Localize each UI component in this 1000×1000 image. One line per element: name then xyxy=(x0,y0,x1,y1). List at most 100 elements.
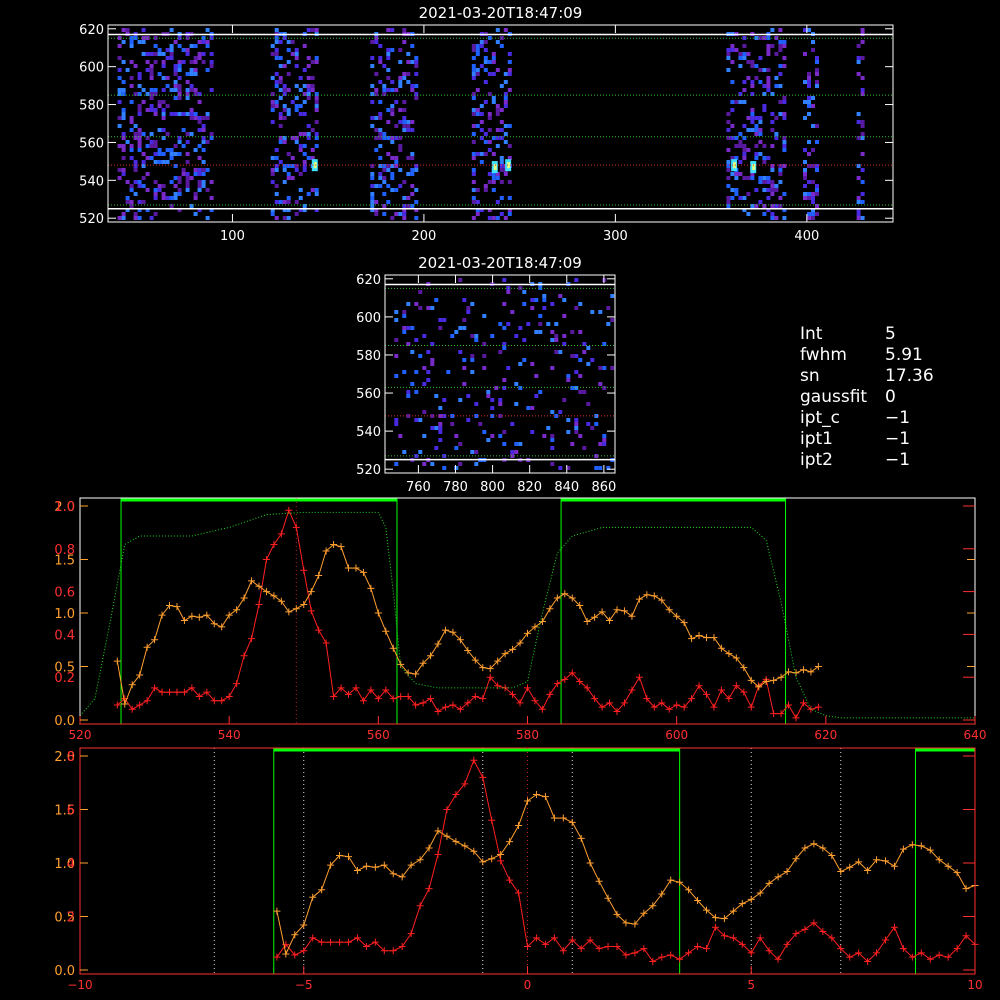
heatmap-pixel xyxy=(471,124,476,128)
heatmap-pixel xyxy=(471,132,476,136)
heatmap-pixel xyxy=(193,112,198,116)
heatmap-pixel xyxy=(550,338,555,342)
heatmap-pixel xyxy=(422,410,427,414)
heatmap-pixel xyxy=(495,28,500,32)
heatmap-pixel xyxy=(165,132,170,136)
heatmap-pixel xyxy=(161,128,166,132)
heatmap-pixel xyxy=(486,394,491,398)
heatmap-pixel xyxy=(502,346,507,350)
heatmap-pixel xyxy=(762,108,767,112)
heatmap-pixel xyxy=(762,212,767,216)
heatmap-pixel xyxy=(466,394,471,398)
heatmap-pixel xyxy=(121,156,126,160)
heatmap-pixel xyxy=(766,68,771,72)
heatmap-pixel xyxy=(811,212,815,216)
orange-point xyxy=(783,868,791,876)
heatmap-pixel xyxy=(177,112,182,116)
heatmap-pixel xyxy=(774,116,779,120)
heatmap-pixel xyxy=(602,442,607,446)
heatmap-pixel xyxy=(201,60,206,64)
heatmap-pixel xyxy=(586,346,591,350)
heatmap-pixel xyxy=(370,40,375,44)
orange-point xyxy=(359,568,367,576)
heatmap-pixel xyxy=(530,298,535,302)
red-point xyxy=(935,951,943,959)
heatmap-pixel xyxy=(470,302,475,306)
heatmap-pixel xyxy=(137,132,142,136)
y-tick-label-red: 4 xyxy=(67,857,75,872)
heatmap-pixel xyxy=(129,156,134,160)
heatmap-pixel xyxy=(530,362,535,366)
heatmap-pixel xyxy=(157,128,162,132)
heatmap-pixel xyxy=(491,72,496,76)
heatmap-pixel xyxy=(730,172,735,176)
heatmap-pixel xyxy=(294,96,299,100)
heatmap-pixel xyxy=(474,334,479,338)
heatmap-pixel xyxy=(145,172,150,176)
y-tick-label-red: 6 xyxy=(67,804,75,819)
red-point xyxy=(506,876,514,884)
info-row: gaussfit 0 xyxy=(800,387,934,408)
heatmap-pixel xyxy=(750,128,755,132)
heatmap-pixel xyxy=(762,160,767,164)
heatmap-pixel xyxy=(410,204,415,208)
heatmap-pixel xyxy=(507,124,512,128)
heatmap-pixel xyxy=(766,44,771,48)
heatmap-pixel xyxy=(762,188,767,192)
heatmap-pixel xyxy=(185,160,190,164)
heatmap-pixel xyxy=(205,44,210,48)
orange-point xyxy=(412,670,420,678)
heatmap-pixel xyxy=(386,120,391,124)
heatmap-pixel xyxy=(750,108,755,112)
heatmap-pixel xyxy=(782,44,787,48)
heatmap-pixel xyxy=(310,128,315,132)
heatmap-pixel xyxy=(121,212,126,216)
heatmap-pixel xyxy=(141,152,146,156)
heatmap-pixel xyxy=(145,68,150,72)
heatmap-pixel xyxy=(129,200,134,204)
red-point xyxy=(218,697,226,705)
orange-point xyxy=(944,862,952,870)
heatmap-pixel xyxy=(590,426,595,430)
heatmap-pixel xyxy=(494,386,499,390)
heatmap-pixel xyxy=(746,76,751,80)
heatmap-pixel xyxy=(550,434,555,438)
heatmap-pixel xyxy=(402,180,407,184)
heatmap-pixel xyxy=(499,180,504,184)
y-tick-label: 580 xyxy=(356,349,381,364)
heatmap-pixel xyxy=(290,164,295,168)
heatmap-pixel xyxy=(770,128,775,132)
heatmap-pixel xyxy=(141,160,146,164)
heatmap-pixel xyxy=(466,306,471,310)
red-point xyxy=(814,703,822,711)
y-tick-label: 560 xyxy=(356,387,381,402)
heatmap-pixel xyxy=(750,64,755,68)
heatmap-pixel xyxy=(310,28,315,32)
heatmap-pixel xyxy=(402,116,407,120)
heatmap-pixel xyxy=(298,132,303,136)
red-point xyxy=(550,934,558,942)
heatmap-pixel xyxy=(578,358,583,362)
heatmap-pixel xyxy=(153,152,158,156)
orange-point xyxy=(747,895,755,903)
red-point xyxy=(277,530,285,538)
heatmap-pixel xyxy=(378,60,383,64)
heatmap-pixel xyxy=(450,422,455,426)
heatmap-pixel xyxy=(294,104,299,108)
heatmap-pixel xyxy=(370,64,375,68)
heatmap-pixel xyxy=(302,84,307,88)
heatmap-pixel xyxy=(177,96,182,100)
heatmap-pixel xyxy=(406,80,411,84)
red-point xyxy=(792,714,800,722)
heatmap-pixel xyxy=(742,52,747,56)
heatmap-pixel xyxy=(518,442,523,446)
heatmap-pixel xyxy=(117,116,122,120)
heatmap-pixel xyxy=(306,76,311,80)
heatmap-pixel xyxy=(153,60,158,64)
heatmap-pixel xyxy=(173,64,178,68)
heatmap-pixel xyxy=(201,184,206,188)
red-point xyxy=(315,626,323,634)
heatmap-pixel xyxy=(766,84,771,88)
heatmap-pixel xyxy=(815,192,819,196)
orange-point xyxy=(710,634,718,642)
